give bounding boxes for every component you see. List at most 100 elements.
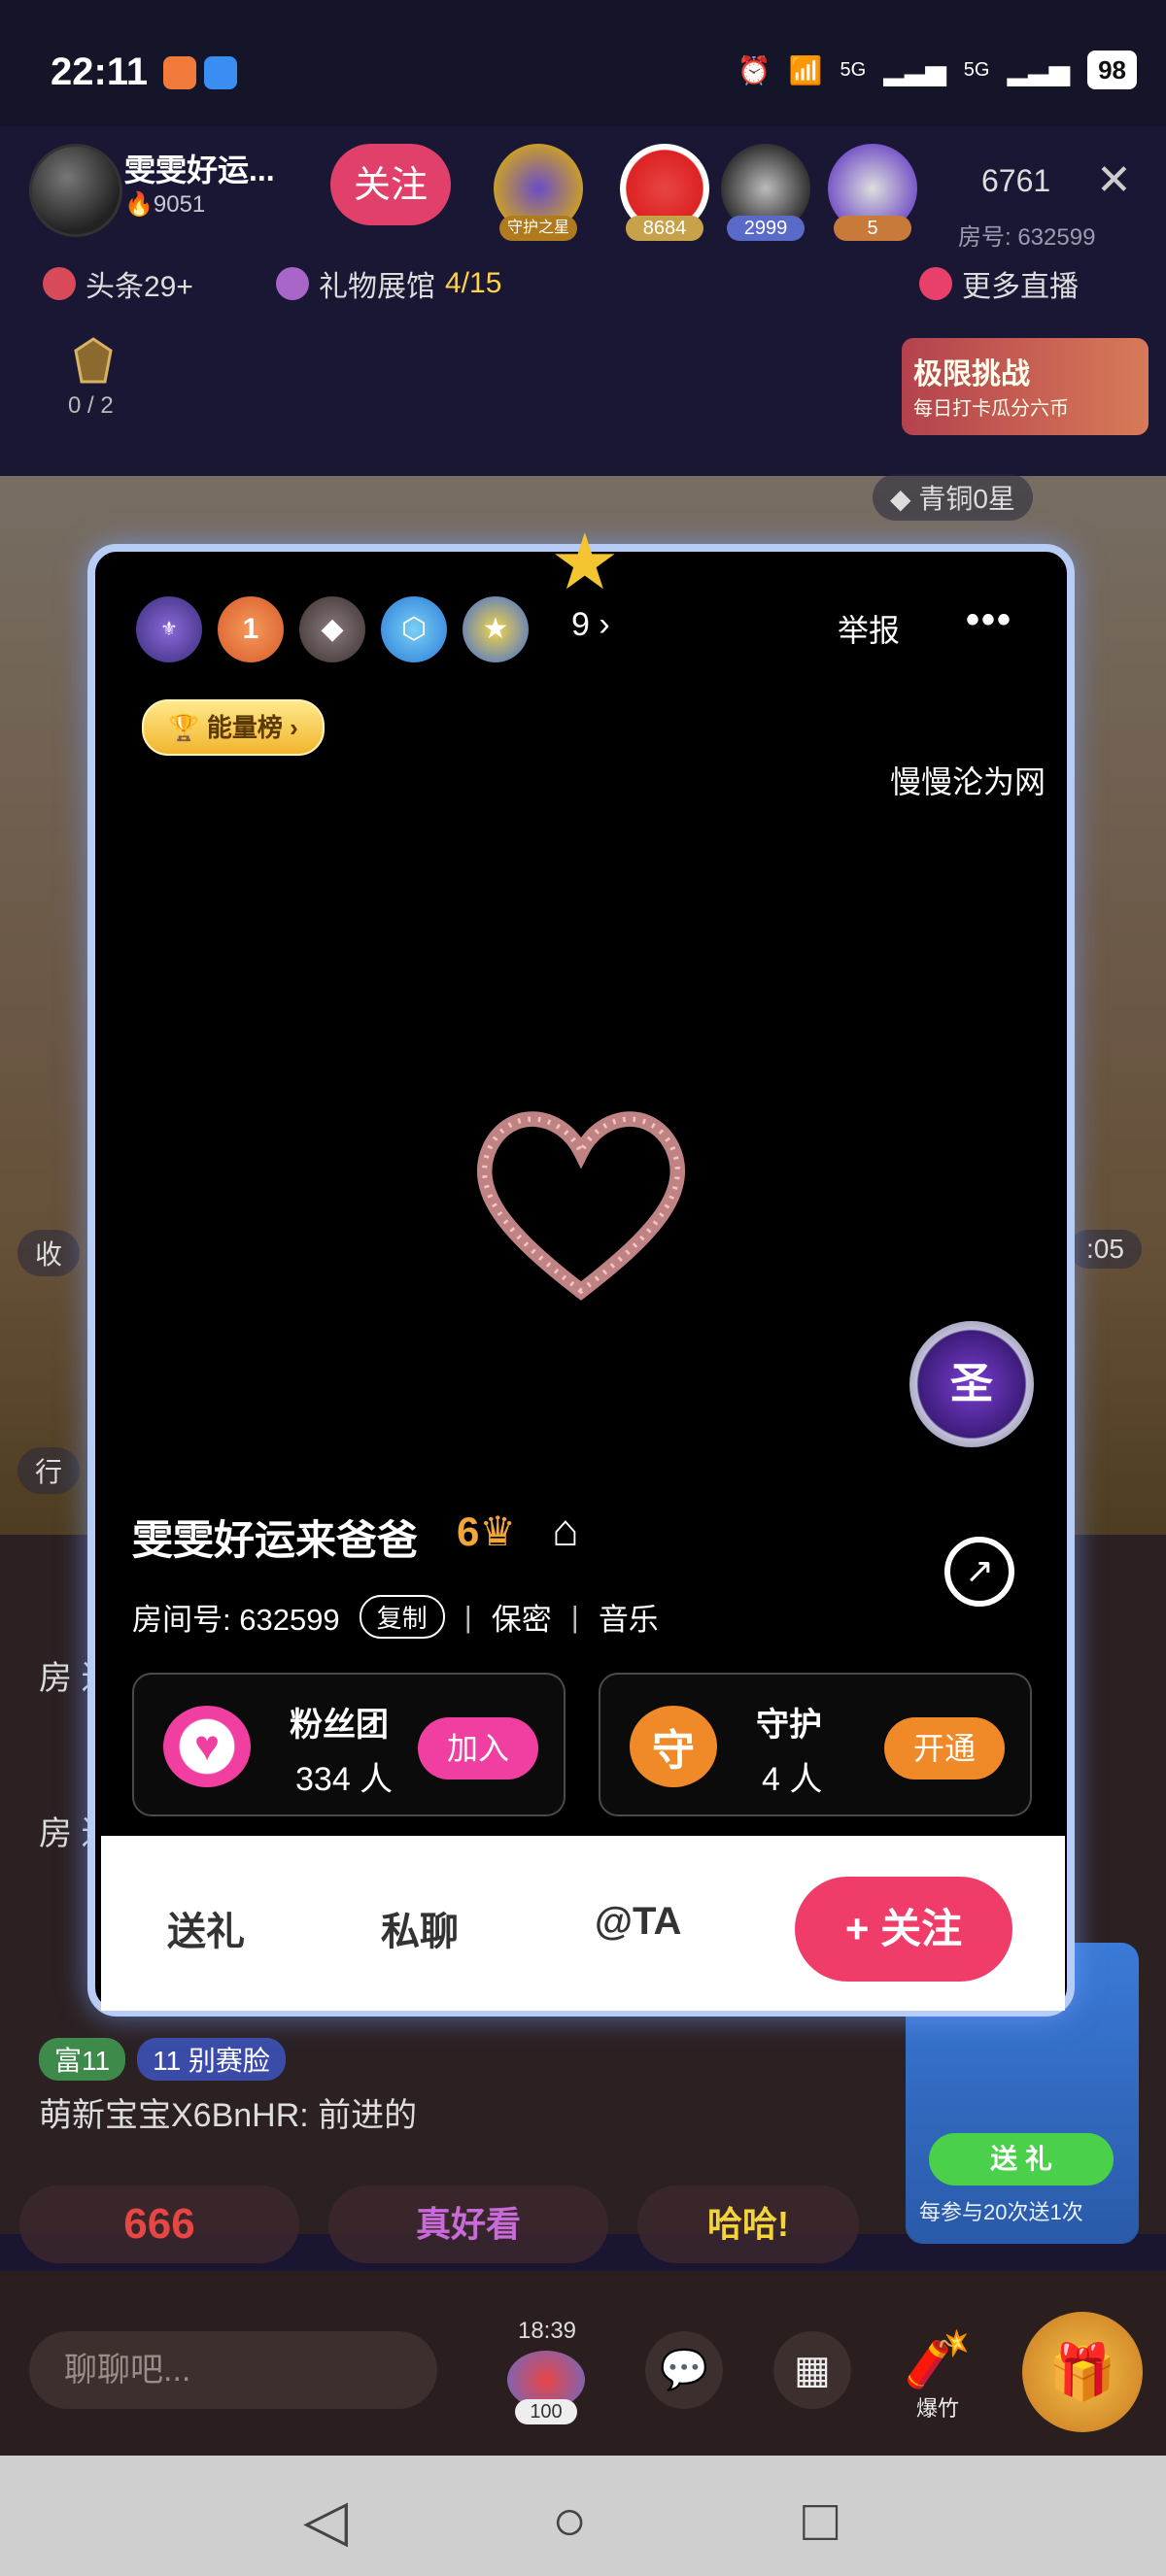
close-icon[interactable]: ✕ [1096,155,1132,205]
medal-badge-4-icon[interactable]: ⬡ [381,596,447,662]
chat-badges: 富11 11 别赛脸 [39,2038,286,2081]
challenge-banner[interactable]: 极限挑战 每日打卡瓜分六币 [902,338,1149,435]
star-ornament-icon: ★ [550,519,620,605]
fan-heart-icon: ♥ [163,1706,251,1787]
medal-badge-2-icon[interactable]: 1 [218,596,284,662]
host-name[interactable]: 雯雯好运... [124,146,275,190]
room-id-label: 房间号: 632599 [132,1603,340,1637]
bronze-label: 青铜0星 [918,484,1015,514]
marquee-text: 慢慢沦为网 [890,764,1046,799]
host-hot: 🔥9051 [124,190,205,219]
card-host-name: 雯雯好运来爸爸 [132,1517,419,1563]
gift-hall-progress: 4/15 [445,267,502,299]
signal-icon-2: ▂▃▅ [1007,54,1071,85]
quick-phrase-1[interactable]: 666 [19,2186,299,2263]
viewer-avatar-4[interactable]: 5 [828,144,917,241]
chat-line-3: 萌新宝宝X6BnHR: 前进的 [39,2097,418,2134]
viewer-count[interactable]: 6761 [981,163,1050,199]
left-pill-2[interactable]: 行 [17,1447,81,1494]
alarm-icon: ⏰ [737,54,772,85]
guard-box[interactable]: 守 守护 4 人 开通 [599,1673,1032,1816]
quick-phrase-3[interactable]: 哈哈! [637,2186,859,2263]
more-options-icon[interactable]: ••• [966,598,1012,642]
headline-chip[interactable]: 头条29+ [43,262,193,305]
join-fan-club-button[interactable]: 加入 [418,1717,538,1779]
host-avatar[interactable] [29,144,122,237]
status-time: 22:11 [51,51,149,93]
saint-rank-icon[interactable]: 圣 [909,1321,1034,1447]
back-nav-icon[interactable]: ◁ [303,2487,348,2555]
fan-club-box[interactable]: ♥ 粉丝团 334 人 加入 [132,1673,566,1816]
medal-count[interactable]: 9 › [571,606,610,644]
viewer-avatar-3[interactable]: 2999 [721,144,810,241]
message-icon[interactable]: 💬 [645,2331,723,2409]
viewer-avatar-2[interactable]: 8684 [620,144,709,241]
medal-badge-5-icon[interactable]: ★ [463,596,529,662]
house-icon[interactable]: ⌂ [552,1504,579,1556]
viewer-badge: 2999 [727,216,805,241]
viewer-badge: 守护之星 [499,216,577,241]
grid-menu-icon[interactable]: ▦ [773,2331,851,2409]
report-link[interactable]: 举报 [838,606,900,651]
guard-icon: 守 [630,1706,717,1787]
follow-button-top[interactable]: 关注 [330,144,451,225]
viewer-badge: 8684 [626,216,703,241]
more-live-icon [919,267,952,300]
private-chat-action[interactable]: 私聊 [381,1900,459,1956]
bronze-rank-pill[interactable]: ◆ 青铜0星 [873,474,1033,521]
mention-action[interactable]: @TA [595,1900,681,1944]
timer-label: 18:39 [517,2318,577,2344]
room-number: 房号: 632599 [958,224,1096,251]
left-pill-1[interactable]: 收 [17,1230,81,1276]
copy-button[interactable]: 复制 [359,1595,445,1639]
bronze-icon: ◆ [890,484,919,514]
send-gift-action[interactable]: 送礼 [167,1900,245,1956]
privacy-label: 保密 [491,1603,552,1637]
divider: | [570,1599,579,1634]
rank-emblem-icon[interactable] [62,335,124,390]
challenge-sub: 每日打卡瓜分六币 [913,398,1069,420]
home-nav-icon[interactable]: ○ [552,2487,587,2554]
viewer-avatar-1[interactable]: 守护之星 [494,144,583,241]
app-icon-2 [204,56,237,89]
medal-badge-3-icon[interactable]: ◆ [299,596,365,662]
firecracker-button[interactable]: 🧨 爆竹 [894,2327,981,2434]
more-live-chip[interactable]: 更多直播 [919,262,1079,305]
guard-title: 守护 [756,1707,822,1744]
challenge-title: 极限挑战 [913,358,1030,390]
room-info-row: 房间号: 632599 复制 | 保密 | 音乐 [132,1595,659,1639]
right-pill[interactable]: :05 [1069,1230,1142,1269]
divider: | [463,1599,472,1634]
gift-hall-chip[interactable]: 礼物展馆 4/15 [276,262,501,305]
heart-particles-icon [476,1111,686,1301]
promo-text: 每参与20次送1次 [919,2200,1083,2224]
level-badge: 6♛ [457,1508,517,1554]
wifi-icon: 📶 [788,54,823,85]
timed-gift-button[interactable]: 18:39 100 [497,2318,595,2424]
share-icon[interactable]: ↗ [944,1537,1014,1607]
energy-ranking-button[interactable]: 🏆 能量榜 › [142,699,325,756]
crown-icon: ♛ [479,1508,517,1554]
promo-send-gift-button[interactable]: 送 礼 [929,2133,1114,2186]
chat-input[interactable]: 聊聊吧... [29,2331,437,2409]
signal-label-2: 5G [963,58,990,81]
gift-box-icon[interactable]: 🎁 [1022,2312,1143,2432]
flame-icon: 🔥 [124,191,154,218]
app-icon-1 [163,56,196,89]
medal-badge-1-icon[interactable]: ⚜ [136,596,202,662]
battery-indicator: 98 [1087,51,1137,89]
signal-label-1: 5G [840,58,867,81]
firecracker-icon: 🧨 [904,2328,972,2390]
open-guard-button[interactable]: 开通 [884,1717,1005,1779]
fan-club-title: 粉丝团 [290,1707,389,1744]
quick-phrase-2[interactable]: 真好看 [328,2186,608,2263]
headline-label: 头条29+ [86,271,193,303]
follow-button[interactable]: + 关注 [795,1877,1012,1982]
more-live-label: 更多直播 [962,271,1079,303]
gift-hall-icon [276,267,309,300]
signal-icon: ▂▃▅ [883,54,946,85]
guard-count: 4 人 [762,1761,823,1798]
rank-progress: 0 / 2 [68,392,114,419]
recents-nav-icon[interactable]: □ [803,2487,838,2554]
timed-gift-badge: 100 [515,2399,577,2424]
